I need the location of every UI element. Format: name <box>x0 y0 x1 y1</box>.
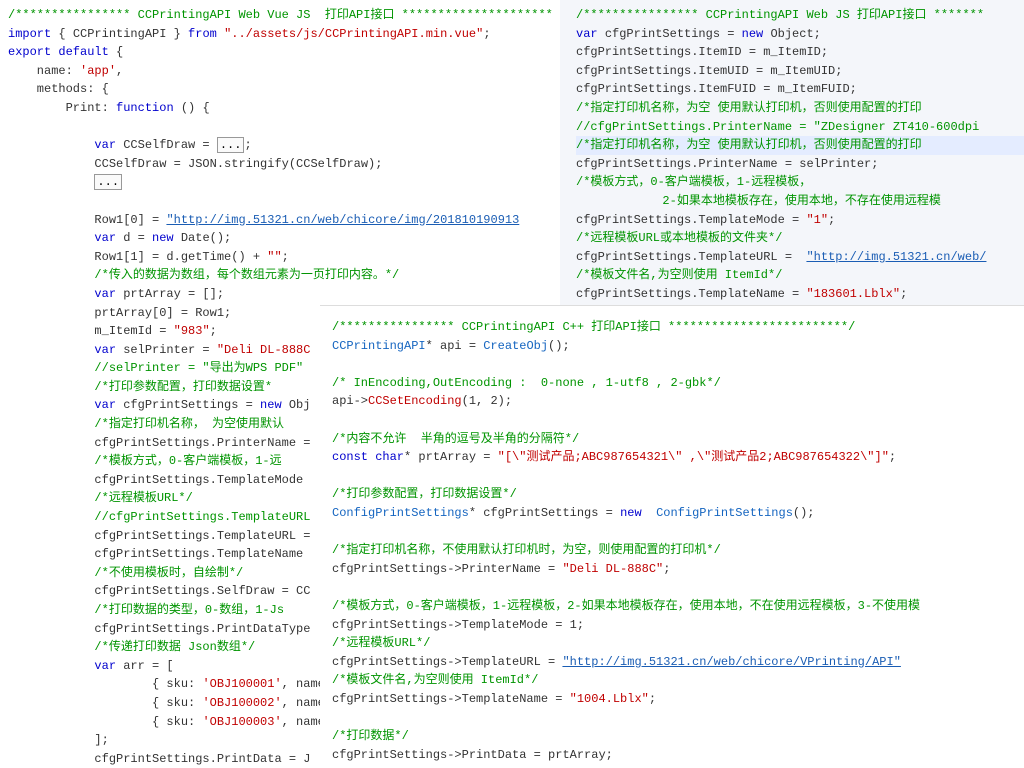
url-link[interactable]: "http://img.51321.cn/web/chicore/VPrinti… <box>562 655 900 669</box>
keyword-export: export default <box>8 45 116 59</box>
cpp-code-pane: /**************** CCPrintingAPI C++ 打印AP… <box>320 305 1024 768</box>
js-code-pane: /**************** CCPrintingAPI Web JS 打… <box>560 0 1024 305</box>
collapsed-region[interactable]: ... <box>94 174 122 190</box>
url-link[interactable]: "http://img.51321.cn/web/ <box>806 250 986 264</box>
comment: /**************** CCPrintingAPI Web Vue … <box>8 8 553 22</box>
keyword-import: import <box>8 27 58 41</box>
collapsed-region[interactable]: ... <box>217 137 245 153</box>
url-link[interactable]: "http://img.51321.cn/web/chicore/img/201… <box>166 213 519 227</box>
